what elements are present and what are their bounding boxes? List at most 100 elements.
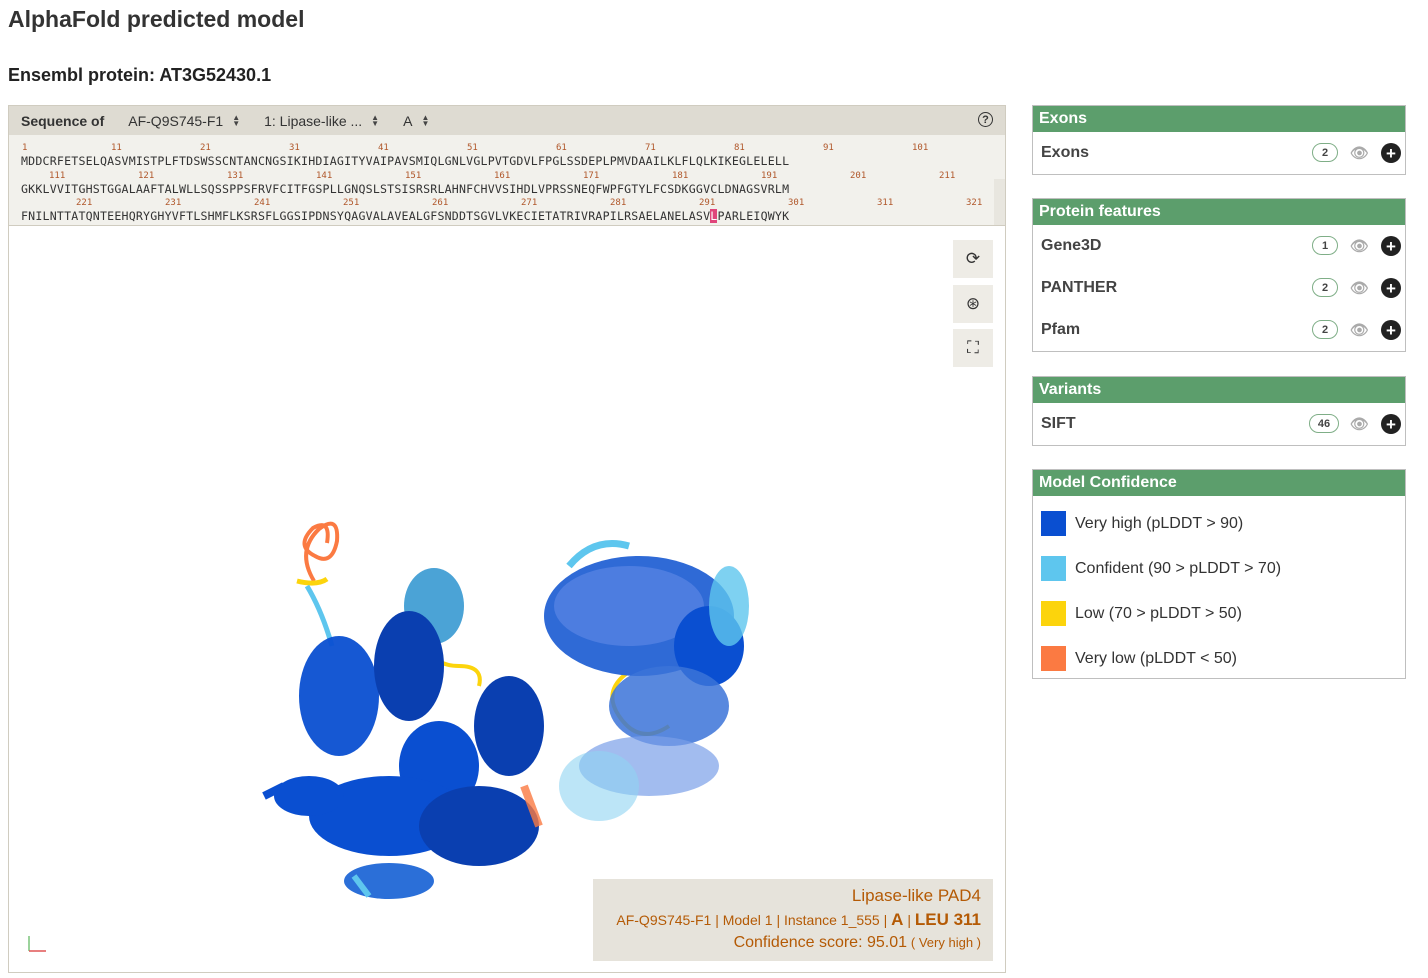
track-label: SIFT bbox=[1041, 415, 1076, 432]
helix bbox=[274, 776, 344, 816]
plus-icon[interactable]: + bbox=[1381, 278, 1401, 298]
eye-slash-icon[interactable]: 👁 bbox=[1350, 237, 1369, 255]
helix bbox=[474, 676, 544, 776]
chain-select-value: A bbox=[403, 112, 413, 129]
residue-number: 31 bbox=[289, 143, 300, 153]
eye-slash-icon[interactable]: 👁 bbox=[1350, 279, 1369, 297]
reset-icon[interactable]: ⟳ bbox=[953, 240, 993, 278]
residue-number: 281 bbox=[610, 198, 627, 208]
track-label: Gene3D bbox=[1041, 237, 1102, 254]
residues-segment: PARLEIQWYK bbox=[717, 209, 790, 223]
color-swatch bbox=[1041, 601, 1066, 626]
page-title: AlphaFold predicted model bbox=[8, 6, 305, 32]
sort-arrows-icon: ▲ ▼ bbox=[232, 112, 241, 128]
residue-number: 51 bbox=[467, 143, 478, 153]
protein-name: Lipase-like PAD4 bbox=[851, 886, 981, 905]
panel-title: Variants bbox=[1033, 377, 1405, 403]
separator: | bbox=[715, 912, 719, 928]
track-sift: SIFT 46 👁 + bbox=[1033, 403, 1405, 445]
color-swatch bbox=[1041, 556, 1066, 581]
residue-number: 251 bbox=[343, 198, 360, 208]
panel-title: Protein features bbox=[1033, 199, 1405, 225]
track-label: Pfam bbox=[1041, 321, 1081, 338]
legend-label: Low (70 > pLDDT > 50) bbox=[1075, 604, 1242, 622]
residue-id: LEU 311 bbox=[914, 910, 981, 929]
eye-slash-icon[interactable]: 👁 bbox=[1350, 415, 1369, 433]
residue-number: 141 bbox=[316, 171, 333, 181]
sequence-row: 1 11 21 31 41 51 61 71 81 91 101 MDDCRFE… bbox=[21, 143, 928, 168]
camera-icon[interactable]: ⊛ bbox=[953, 285, 993, 323]
sequence-panel[interactable]: 1 11 21 31 41 51 61 71 81 91 101 MDDCRFE… bbox=[9, 135, 1005, 225]
track-label: PANTHER bbox=[1041, 279, 1118, 296]
instance-id: Instance 1_555 bbox=[783, 912, 880, 928]
entity-select[interactable]: 1: Lipase-like ... ▲ ▼ bbox=[264, 113, 379, 129]
residue-number: 321 bbox=[966, 198, 983, 208]
helix bbox=[609, 666, 729, 746]
residue-number: 21 bbox=[200, 143, 211, 153]
structure-canvas[interactable]: ⟳ ⊛ ⛶ Lipase-like PAD4 AF-Q9S745-F1 | Mo… bbox=[9, 225, 1005, 973]
help-icon[interactable]: ? bbox=[978, 112, 993, 127]
track-label: Exons bbox=[1041, 144, 1090, 161]
sequence-residues[interactable]: GKKLVVITGHSTGGALAAFTALWLLSQSSPPSFRVFCITF… bbox=[21, 182, 789, 196]
helix bbox=[559, 751, 639, 821]
color-swatch bbox=[1041, 511, 1066, 536]
sequence-label: Sequence of bbox=[21, 112, 105, 129]
residue-number: 311 bbox=[877, 198, 894, 208]
plus-icon[interactable]: + bbox=[1381, 143, 1401, 163]
track-exons: Exons 2 👁 + bbox=[1033, 132, 1405, 174]
fullscreen-icon[interactable]: ⛶ bbox=[953, 329, 993, 367]
model-confidence-panel: Model Confidence Very high (pLDDT > 90) … bbox=[1032, 469, 1406, 679]
confident-loop bbox=[304, 584, 335, 647]
count-badge: 1 bbox=[1312, 236, 1338, 255]
page-subtitle: Ensembl protein: AT3G52430.1 bbox=[8, 65, 272, 85]
residue-number: 291 bbox=[699, 198, 716, 208]
legend-low: Low (70 > pLDDT > 50) bbox=[1033, 591, 1405, 636]
residue-number: 1 bbox=[22, 143, 28, 153]
legend-label: Very high (pLDDT > 90) bbox=[1075, 514, 1244, 532]
exons-panel: Exons Exons 2 👁 + bbox=[1032, 105, 1406, 175]
legend-label: Very low (pLDDT < 50) bbox=[1075, 649, 1237, 667]
sequence-numbers: 1 11 21 31 41 51 61 71 81 91 101 bbox=[21, 143, 928, 154]
confidence-line: Confidence score: 95.01 ( Very high ) bbox=[593, 934, 981, 952]
sequence-row: 221 231 241 251 261 271 281 291 301 311 … bbox=[21, 198, 982, 223]
sequence-toolbar: Sequence of AF-Q9S745-F1 ▲ ▼ 1: Lipase-li… bbox=[9, 106, 1005, 135]
sequence-row: 111 121 131 141 151 161 171 181 191 201 … bbox=[21, 171, 955, 196]
model-select-value: AF-Q9S745-F1 bbox=[128, 112, 224, 129]
color-swatch bbox=[1041, 646, 1066, 671]
residue-number: 191 bbox=[761, 171, 778, 181]
confidence-class: ( Very high ) bbox=[910, 935, 981, 950]
residue-number: 81 bbox=[734, 143, 745, 153]
eye-slash-icon[interactable]: 👁 bbox=[1350, 144, 1369, 162]
separator: | bbox=[883, 912, 888, 928]
model-select[interactable]: AF-Q9S745-F1 ▲ ▼ bbox=[128, 113, 240, 129]
residue-number: 91 bbox=[823, 143, 834, 153]
legend-very-high: Very high (pLDDT > 90) bbox=[1033, 501, 1405, 546]
sequence-scrollbar[interactable] bbox=[994, 179, 1005, 225]
panel-title: Exons bbox=[1033, 106, 1405, 132]
residue-number: 11 bbox=[111, 143, 122, 153]
structure-viewer: Sequence of AF-Q9S745-F1 ▲ ▼ 1: Lipase-li… bbox=[8, 105, 1006, 973]
plus-icon[interactable]: + bbox=[1381, 236, 1401, 256]
residue-number: 41 bbox=[378, 143, 389, 153]
residue-number: 121 bbox=[138, 171, 155, 181]
plus-icon[interactable]: + bbox=[1381, 320, 1401, 340]
sequence-residues[interactable]: FNILNTTATQNTEEHQRYGHYVFTLSHMFLKSRSFLGGSI… bbox=[21, 209, 789, 223]
track-panther: PANTHER 2 👁 + bbox=[1033, 267, 1405, 309]
sequence-residues[interactable]: MDDCRFETSELQASVMISTPLFTDSWSSCNTANCNGSIKI… bbox=[21, 154, 789, 168]
residue-info-box: Lipase-like PAD4 AF-Q9S745-F1 | Model 1 … bbox=[593, 879, 993, 961]
protein-structure-render bbox=[28, 521, 749, 952]
plus-icon[interactable]: + bbox=[1381, 414, 1401, 434]
residue-number: 181 bbox=[672, 171, 689, 181]
residue-number: 211 bbox=[939, 171, 956, 181]
residue-number: 111 bbox=[49, 171, 66, 181]
residue-number: 221 bbox=[76, 198, 93, 208]
eye-slash-icon[interactable]: 👁 bbox=[1350, 321, 1369, 339]
helix bbox=[299, 636, 379, 756]
residue-number: 301 bbox=[788, 198, 805, 208]
chain-select[interactable]: A ▲ ▼ bbox=[403, 113, 429, 129]
helix bbox=[419, 786, 539, 866]
legend-very-low: Very low (pLDDT < 50) bbox=[1033, 636, 1405, 681]
residue-number: 161 bbox=[494, 171, 511, 181]
residue-number: 61 bbox=[556, 143, 567, 153]
legend-label: Confident (90 > pLDDT > 70) bbox=[1075, 559, 1282, 577]
